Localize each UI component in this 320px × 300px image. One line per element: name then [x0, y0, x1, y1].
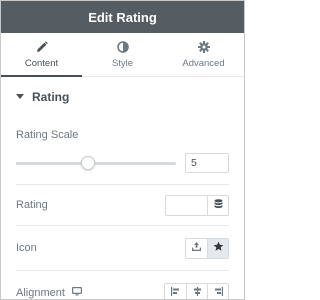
align-center-button[interactable] [186, 283, 207, 299]
rating-label: Rating [16, 199, 48, 211]
alignment-label: Alignment [16, 287, 65, 299]
panel-header: Edit Rating [1, 1, 244, 33]
section-title: Rating [32, 89, 70, 104]
tab-advanced-label: Advanced [182, 57, 225, 69]
half-circle-icon [116, 40, 129, 53]
upload-icon [191, 241, 202, 255]
dynamic-tags-button[interactable] [207, 195, 228, 215]
editor-panel: Edit Rating Content Style Advanced Ratin… [0, 0, 245, 300]
tab-content[interactable]: Content [1, 33, 82, 77]
align-right-button[interactable] [207, 283, 228, 299]
rating-control: Rating [1, 185, 244, 225]
pencil-icon [36, 40, 48, 53]
section-toggle-rating[interactable]: Rating [1, 77, 244, 117]
rating-scale-value: 5 [191, 157, 197, 169]
panel-title: Edit Rating [88, 9, 157, 25]
tab-style[interactable]: Style [82, 33, 163, 76]
rating-scale-control: Rating Scale 5 [1, 117, 244, 173]
rating-scale-label: Rating Scale [16, 129, 79, 141]
align-center-icon [192, 286, 203, 299]
align-right-icon [213, 286, 224, 299]
align-left-button[interactable] [165, 284, 186, 300]
rating-field[interactable] [166, 196, 207, 215]
rating-input[interactable] [165, 194, 229, 216]
alignment-control: Alignment [1, 271, 244, 300]
caret-down-icon [16, 94, 24, 99]
tab-advanced[interactable]: Advanced [163, 33, 244, 76]
tab-style-label: Style [111, 57, 134, 69]
rating-scale-slider[interactable] [16, 155, 176, 170]
rating-scale-input[interactable]: 5 [185, 153, 229, 173]
align-left-icon [170, 286, 181, 299]
gear-icon [197, 40, 210, 53]
star-icon [213, 241, 224, 255]
desktop-icon[interactable] [71, 287, 82, 299]
icon-choose [185, 237, 229, 259]
slider-fill [16, 161, 88, 165]
upload-icon-button[interactable] [186, 239, 207, 258]
slider-thumb[interactable] [81, 155, 95, 170]
icon-label: Icon [16, 242, 37, 254]
icon-control: Icon [1, 226, 244, 270]
tab-content-label: Content [24, 57, 59, 69]
database-icon [214, 198, 223, 212]
tab-bar: Content Style Advanced [1, 33, 244, 77]
alignment-choose [164, 282, 229, 300]
star-icon-button[interactable] [207, 238, 228, 258]
